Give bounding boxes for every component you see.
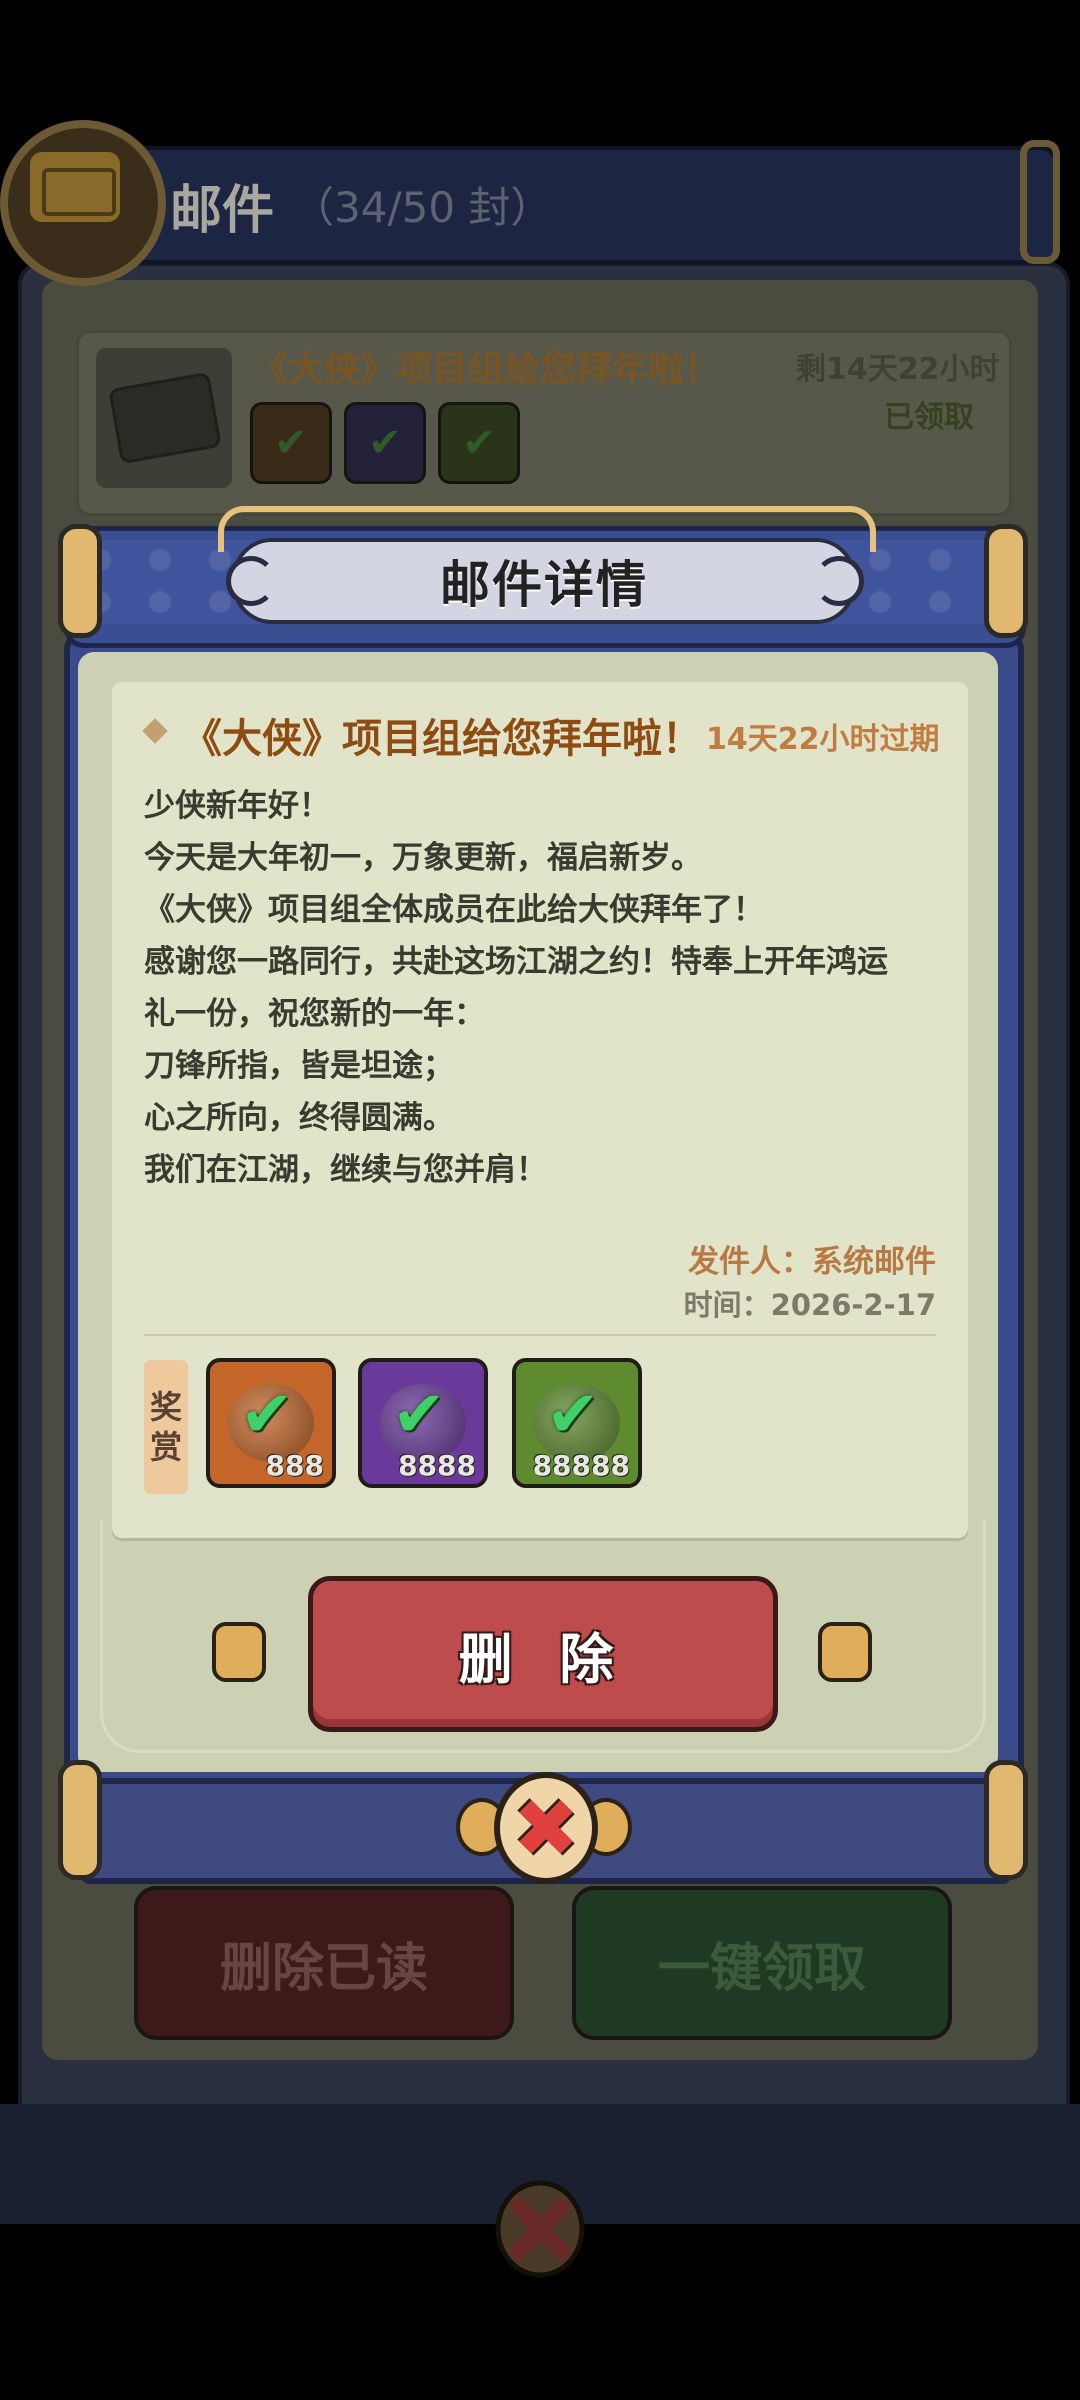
check-icon: ✔ [368,420,402,466]
modal-title-plate: 邮件详情 [232,538,856,624]
mail-sender: 发件人：系统邮件 [688,1244,936,1280]
corner-ornament [1020,140,1060,264]
check-icon: ✔ [392,1378,446,1452]
reward-item[interactable]: ✔ 88888 [512,1358,642,1488]
close-icon: ✖ [512,1781,580,1875]
mail-time: 时间：2026-2-17 [683,1288,936,1322]
mail-item-title: 《大侠》项目组给您拜年啦！ [252,349,721,390]
delete-button-label: 删 除 [458,1627,628,1691]
delete-read-button[interactable]: 删除已读 [134,1886,514,2040]
divider [144,1334,936,1336]
check-icon: ✔ [462,420,496,466]
footer-right-knob [984,1760,1028,1880]
mail-body-line: 心之所向，终得圆满。 [144,1100,454,1136]
mail-body-line: 《大侠》项目组全体成员在此给大侠拜年了！ [144,892,764,928]
close-button[interactable]: ✖ [494,1772,598,1884]
reward-label-char: 赏 [149,1428,182,1466]
page-title: 邮件 [170,181,275,241]
mini-reward-3: ✔ [438,402,520,484]
ribbon-left-knob [58,524,102,638]
title-curl-left [226,556,276,606]
mail-body-line: 少侠新年好！ [144,788,330,824]
reward-count: 8888 [398,1449,476,1482]
mail-title: 《大侠》项目组给您拜年啦！ [182,716,702,762]
mini-reward-2: ✔ [344,402,426,484]
reward-label: 奖 赏 [144,1360,188,1494]
mail-item-status: 已领取 [884,400,974,435]
mail-item-expire: 剩14天22小时 [796,352,1000,387]
arrow-left-icon [818,1622,872,1682]
reward-item[interactable]: ✔ 888 [206,1358,336,1488]
reward-label-char: 奖 [149,1388,182,1426]
mail-body-line: 我们在江湖，继续与您并肩！ [144,1152,547,1188]
mini-reward-1: ✔ [250,402,332,484]
title-curl-right [814,556,864,606]
reward-count: 888 [265,1449,324,1482]
claim-all-button[interactable]: 一键领取 [572,1886,952,2040]
bottom-close-icon [495,2180,585,2278]
mail-count: （34/50 封） [292,183,553,232]
delete-button[interactable]: 删 除 [308,1576,778,1732]
arrow-right-icon [212,1622,266,1682]
mail-body-line: 刀锋所指，皆是坦途； [144,1048,454,1084]
reward-item[interactable]: ✔ 8888 [358,1358,488,1488]
check-icon: ✔ [274,420,308,466]
mail-expire: 14天22小时过期 [706,722,940,757]
check-icon: ✔ [240,1378,294,1452]
mail-body-line: 礼一份，祝您新的一年： [144,996,485,1032]
modal-title: 邮件详情 [440,556,648,614]
mail-body-line: 今天是大年初一，万象更新，福启新岁。 [144,840,702,876]
reward-count: 88888 [532,1449,630,1482]
mail-body-line: 感谢您一路同行，共赴这场江湖之约！特奉上开年鸿运 [144,944,888,980]
ribbon-right-knob [984,524,1028,638]
envelope-flap [42,168,116,216]
check-icon: ✔ [546,1378,600,1452]
footer-left-knob [58,1760,102,1880]
